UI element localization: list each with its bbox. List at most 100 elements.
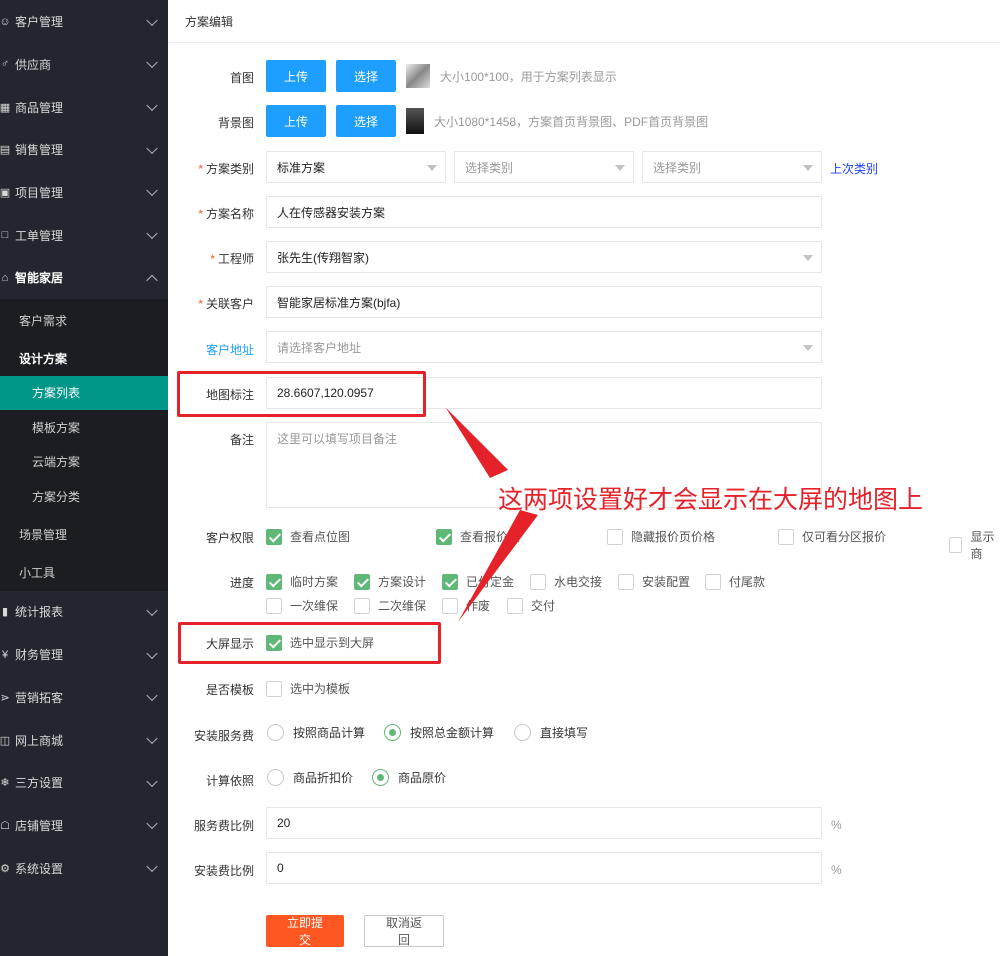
nav-item-report[interactable]: ▮ 统计报表 (0, 591, 168, 634)
checkbox-label: 选中为模板 (290, 682, 351, 696)
highlight-box-bigscreen (178, 622, 441, 664)
cancel-button[interactable]: 取消返回 (364, 915, 444, 947)
sub-item-scene-manage[interactable]: 场景管理 (0, 514, 168, 555)
dropdown-arrow-icon (803, 255, 813, 261)
chevron-down-icon (146, 690, 158, 702)
nav-item-sales[interactable]: ▤ 销售管理 (0, 128, 168, 171)
bg-select-button[interactable]: 选择 (336, 105, 397, 137)
sub-item-customer-demand[interactable]: 客户需求 (0, 299, 168, 341)
nav-item-customer[interactable]: ☺ 客户管理 (0, 0, 168, 43)
dropdown-arrow-icon (803, 345, 813, 351)
category-select-3[interactable]: 选择类别 (642, 151, 822, 183)
address-select[interactable]: 请选择客户地址 (266, 331, 822, 363)
nav-label: 店铺管理 (15, 818, 64, 833)
share-icon: ⋗ (0, 691, 10, 704)
radio-checked (384, 724, 401, 741)
radio-label: 商品原价 (398, 771, 447, 785)
progress-checkbox-6[interactable]: 付尾款 (705, 573, 765, 590)
service-ratio-input[interactable]: 20 (266, 807, 822, 839)
nav-item-finance[interactable]: ¥ 财务管理 (0, 633, 168, 676)
arrow-down-icon (458, 510, 538, 622)
sub-item-plan-category[interactable]: 方案分类 (0, 479, 168, 514)
report-icon: ▮ (1, 606, 9, 619)
permission-checkbox-5[interactable]: 显示商 (949, 528, 1000, 562)
chevron-down-icon (146, 732, 158, 745)
sidebar: ☺ 客户管理 ♂ 供应商 ▦ 商品管理 ▤ 销售管理 ▣ 项目管理 □ 工单管理… (0, 0, 168, 956)
address-label[interactable]: 客户地址 (168, 341, 254, 358)
chevron-down-icon (146, 227, 158, 240)
basis-radio-2[interactable]: 商品原价 (372, 769, 446, 786)
category-select-1[interactable]: 标准方案 (266, 151, 446, 183)
install-fee-radio-1[interactable]: 按照商品计算 (267, 724, 365, 741)
submit-button[interactable]: 立即提交 (266, 915, 344, 947)
progress-checkbox-5[interactable]: 安装配置 (618, 573, 690, 590)
plan-name-input[interactable]: 人在传感器安装方案 (266, 196, 822, 228)
nav-label: 商品管理 (15, 100, 64, 115)
customer-input[interactable]: 智能家居标准方案(bjfa) (266, 286, 822, 318)
shop-icon: ◫ (0, 734, 11, 747)
dropdown-arrow-icon (803, 165, 813, 171)
template-checkbox[interactable]: 选中为模板 (266, 680, 350, 697)
nav-label: 销售管理 (15, 143, 64, 158)
chevron-down-icon (146, 775, 158, 787)
progress-checkbox-1[interactable]: 临时方案 (266, 573, 338, 590)
install-fee-radio-3[interactable]: 直接填写 (514, 724, 588, 741)
last-category-link[interactable]: 上次类别 (830, 160, 878, 177)
permission-checkbox-4[interactable]: 仅可看分区报价 (778, 528, 886, 545)
sub-item-design-plan[interactable]: 设计方案 (0, 341, 168, 376)
sales-icon: ▤ (0, 144, 11, 157)
checkbox-unchecked (266, 680, 282, 697)
cover-select-button[interactable]: 选择 (336, 60, 397, 92)
service-ratio-unit: % (831, 818, 842, 832)
home-icon: ⌂ (1, 271, 9, 284)
permission-checkbox-3[interactable]: 隐藏报价页价格 (607, 528, 715, 545)
nav-item-marketing[interactable]: ⋗ 营销拓客 (0, 676, 168, 719)
checkbox-unchecked (778, 528, 794, 545)
bg-hint: 大小1080*1458，方案首页背景图、PDF首页背景图 (434, 114, 709, 129)
engineer-select[interactable]: 张先生(传翔智家) (266, 241, 822, 273)
nav-label: 工单管理 (15, 228, 64, 243)
nav-item-smarthome[interactable]: ⌂ 智能家居 (0, 256, 168, 299)
checkbox-label: 付尾款 (729, 575, 766, 589)
checkbox-checked (354, 573, 370, 590)
sub-item-cloud-plan[interactable]: 云端方案 (0, 445, 168, 480)
nav-item-product[interactable]: ▦ 商品管理 (0, 86, 168, 129)
nav-item-system[interactable]: ⚙ 系统设置 (0, 847, 168, 890)
radio-unchecked (267, 724, 284, 741)
install-ratio-input[interactable]: 0 (266, 852, 822, 884)
bg-upload-button[interactable]: 上传 (266, 105, 327, 137)
progress-checkbox-8[interactable]: 二次维保 (354, 597, 426, 614)
install-fee-radio-2[interactable]: 按照总金额计算 (384, 724, 494, 741)
nav-item-supplier[interactable]: ♂ 供应商 (0, 43, 168, 86)
user-icon: ☺ (0, 15, 11, 28)
checkbox-label: 二次维保 (378, 599, 427, 613)
sub-item-tools[interactable]: 小工具 (0, 555, 168, 591)
cover-thumbnail (406, 64, 431, 88)
chevron-down-icon (146, 142, 158, 154)
cover-upload-button[interactable]: 上传 (266, 60, 327, 92)
service-ratio-label: 服务费比例 (193, 819, 254, 833)
category-label-text: 方案类别 (205, 162, 254, 176)
progress-checkbox-2[interactable]: 方案设计 (354, 573, 426, 590)
nav-item-project[interactable]: ▣ 项目管理 (0, 171, 168, 214)
chevron-down-icon (146, 818, 158, 830)
chevron-down-icon (146, 14, 158, 26)
basis-radio-1[interactable]: 商品折扣价 (267, 769, 353, 786)
workorder-icon: □ (1, 229, 9, 242)
permission-checkbox-1[interactable]: 查看点位图 (266, 528, 350, 545)
nav-label: 营销拓客 (15, 690, 64, 705)
snowflake-icon: ❄ (0, 777, 10, 790)
radio-label: 直接填写 (540, 726, 589, 740)
nav-item-third-party[interactable]: ❄ 三方设置 (0, 761, 168, 804)
radio-checked (372, 769, 389, 786)
required-mark: * (198, 297, 203, 311)
nav-item-mall[interactable]: ◫ 网上商城 (0, 719, 168, 762)
sub-item-template-plan[interactable]: 模板方案 (0, 410, 168, 445)
nav-item-workorder[interactable]: □ 工单管理 (0, 214, 168, 257)
category-select-2[interactable]: 选择类别 (454, 151, 634, 183)
nav-label: 系统设置 (15, 861, 64, 876)
required-mark: * (198, 162, 203, 176)
sub-item-plan-list[interactable]: 方案列表 (0, 375, 168, 411)
nav-item-store[interactable]: ☖ 店铺管理 (0, 804, 168, 847)
progress-checkbox-7[interactable]: 一次维保 (266, 597, 338, 614)
